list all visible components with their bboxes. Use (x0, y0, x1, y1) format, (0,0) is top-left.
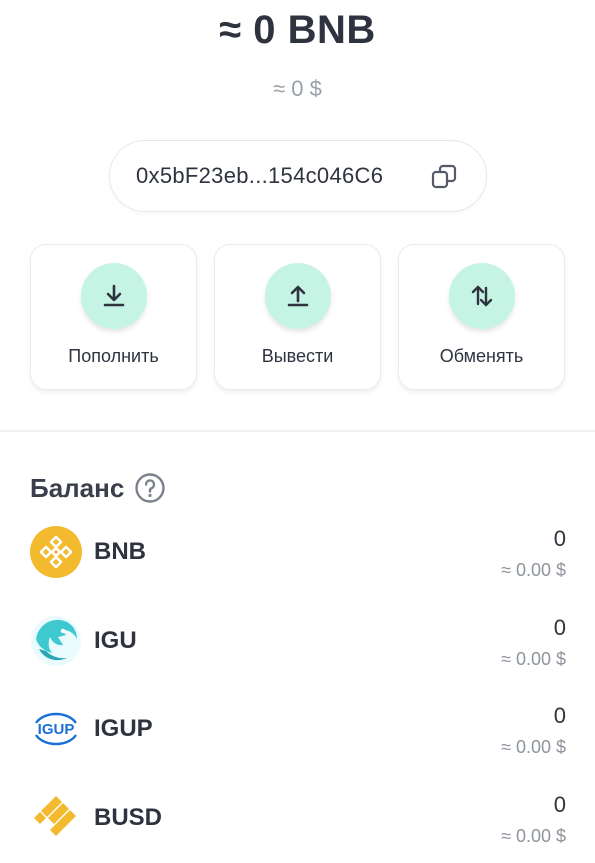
token-amount: 0 (553, 703, 566, 728)
withdraw-button[interactable]: Вывести (214, 244, 381, 390)
swap-icon (448, 263, 515, 329)
deposit-button[interactable]: Пополнить (30, 244, 197, 390)
swap-label: Обменять (439, 346, 524, 366)
balance-section-header: Баланс (30, 472, 166, 504)
copy-icon[interactable] (430, 163, 458, 191)
withdraw-label: Вывести (261, 346, 334, 366)
token-usd-value: ≈ 0.00 $ (501, 560, 566, 580)
token-amount: 0 (553, 615, 566, 640)
busd-logo (34, 796, 76, 836)
token-amount: 0 (553, 526, 566, 551)
section-divider (0, 430, 595, 432)
token-usd-value: ≈ 0.00 $ (501, 649, 566, 669)
token-row-busd[interactable]: BUSD 0 ≈ 0.00 $ (30, 792, 566, 862)
balance-bnb: ≈ 0 BNB (219, 8, 376, 52)
action-buttons: Пополнить Вывести Обменять (30, 244, 566, 392)
token-usd-value: ≈ 0.00 $ (501, 737, 566, 757)
token-amount: 0 (553, 792, 566, 817)
token-symbol: IGUP (94, 715, 153, 742)
token-symbol: BUSD (94, 804, 163, 831)
bnb-logo (30, 526, 82, 578)
token-symbol: BNB (94, 538, 146, 565)
igu-logo (31, 616, 81, 666)
igup-logo: IGUP (35, 712, 77, 746)
section-title: Баланс (30, 472, 125, 503)
wallet-address-pill[interactable]: 0x5bF23eb...154c046C6 (109, 140, 487, 212)
download-icon (80, 263, 147, 329)
question-circle-icon[interactable] (134, 472, 166, 504)
balance-usd: ≈ 0 $ (273, 76, 322, 101)
token-row-bnb[interactable]: BNB 0 ≈ 0.00 $ (30, 526, 566, 596)
token-row-igup[interactable]: IGUP IGUP 0 ≈ 0.00 $ (30, 703, 566, 773)
token-symbol: IGU (94, 627, 137, 654)
wallet-address: 0x5bF23eb...154c046C6 (136, 163, 384, 188)
swap-button[interactable]: Обменять (398, 244, 565, 390)
deposit-label: Пополнить (68, 346, 159, 366)
svg-text:IGUP: IGUP (38, 721, 75, 738)
token-row-igu[interactable]: IGU 0 ≈ 0.00 $ (30, 615, 566, 685)
upload-icon (264, 263, 331, 329)
token-usd-value: ≈ 0.00 $ (501, 826, 566, 846)
